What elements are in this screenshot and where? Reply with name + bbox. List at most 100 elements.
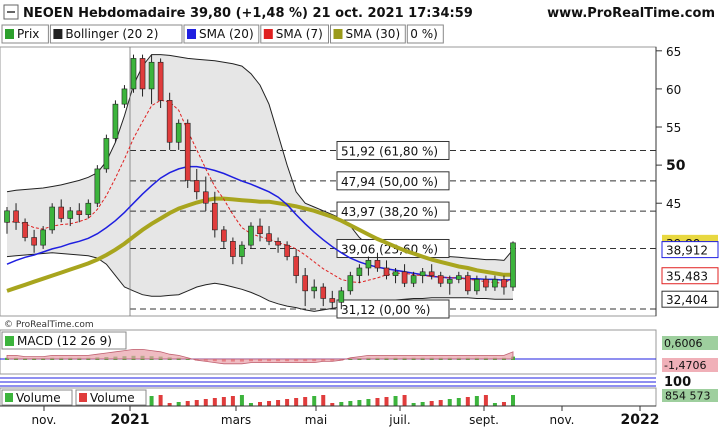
price-tag-label: 32,404: [666, 293, 708, 307]
candle-body: [329, 298, 336, 303]
x-tick-label: mars: [221, 413, 251, 427]
fib-level-label: 31,12 (0,00 %): [341, 303, 430, 317]
candle-body: [338, 290, 345, 303]
macd-panel: MACD (12 26 9) 0,6006 -1,4706: [0, 329, 718, 375]
candle-body: [193, 180, 200, 193]
volume-legend-label: Volume: [16, 391, 61, 405]
volume-bar: [366, 399, 371, 406]
volume-bar: [375, 398, 380, 406]
volume-bar: [393, 396, 398, 406]
volume-bar: [384, 397, 389, 406]
volume-bar: [447, 399, 452, 406]
price-tags: 39,8038,91235,48332,404: [661, 234, 719, 308]
volume-bar: [456, 398, 461, 406]
candle-body: [4, 210, 10, 223]
volume-bar: [339, 402, 344, 406]
candle-body: [175, 122, 182, 143]
macd-legend-swatch: [5, 336, 14, 346]
candle-body: [510, 242, 516, 288]
fib-level-label: 43,97 (38,20 %): [341, 205, 438, 219]
price-tag-label: 38,912: [666, 244, 708, 258]
legend-extra: 0 %): [410, 27, 438, 41]
chart-canvas: NEOEN Hebdomadaire 39,80 (+1,48 %) 21 oc…: [0, 0, 720, 428]
candle-body: [31, 237, 37, 246]
x-tick-label: sept.: [469, 413, 499, 427]
candle-body: [58, 206, 65, 219]
candle-body: [320, 286, 327, 299]
macd-legend-label: MACD (12 26 9): [17, 334, 112, 348]
volume-bar: [501, 402, 506, 406]
fib-level-label: 51,92 (61,80 %): [341, 144, 438, 158]
candle-body: [492, 279, 498, 288]
candle-body: [284, 244, 290, 257]
candle-body: [13, 210, 19, 223]
volume-bar: [348, 401, 353, 406]
legend-label: SMA (30): [346, 27, 401, 41]
macd-value-tags: 0,6006 -1,4706: [662, 336, 718, 372]
legend-swatch: [53, 29, 63, 39]
volume-value-tag: 854 573: [665, 390, 711, 403]
volume-bar: [321, 395, 326, 406]
volume-bar: [276, 400, 281, 406]
volume-bar: [465, 397, 470, 406]
volume-bar: [511, 395, 515, 406]
volume-bar: [420, 402, 425, 406]
candle-body: [40, 229, 46, 246]
candle-body: [22, 221, 28, 238]
candle-body: [401, 271, 408, 284]
candle-body: [248, 225, 254, 246]
candle-body: [347, 275, 354, 292]
candle-body: [474, 279, 480, 292]
volume-panel: Volume Volume 100 854 573: [0, 375, 718, 407]
volume-bar: [429, 401, 434, 406]
legend-swatch: [333, 29, 343, 39]
volume-bar: [267, 401, 272, 406]
candle-body: [148, 61, 155, 90]
volume-bar: [294, 398, 299, 406]
candle-body: [94, 168, 101, 204]
volume-bar: [402, 395, 407, 406]
candle-body: [302, 275, 308, 292]
legend-label: Bollinger (20 2): [65, 27, 158, 41]
volume-bar: [194, 400, 199, 406]
y-tick-label: 60: [666, 83, 681, 97]
volume-bar: [483, 395, 488, 406]
legend-label: SMA (20): [199, 27, 254, 41]
candle-body: [157, 61, 164, 101]
candle-body: [121, 88, 128, 105]
x-tick-label: 2021: [111, 412, 150, 428]
candle-body: [383, 267, 390, 276]
candle-body: [465, 275, 471, 292]
candle-body: [293, 256, 299, 276]
candle-body: [257, 225, 263, 234]
volume-bar: [258, 402, 262, 406]
candle-body: [311, 286, 318, 292]
candle-body: [166, 100, 173, 143]
price-tag-label: 35,483: [666, 270, 708, 284]
candle-body: [130, 58, 137, 90]
candle-body: [212, 202, 218, 231]
site-label: www.ProRealTime.com: [547, 6, 715, 21]
volume-bar: [158, 395, 163, 406]
volume-legend-swatch: [79, 393, 87, 402]
volume-legend-swatch: [5, 393, 13, 402]
candle-body: [365, 260, 372, 269]
volume-bar: [212, 398, 217, 406]
price-panel: 51,92 (61,80 %) 47,94 (50,00 %) 43,97 (38,…: [0, 46, 657, 330]
volume-bar: [221, 397, 226, 406]
x-tick-label: 2022: [621, 412, 660, 428]
candle-body: [221, 229, 227, 242]
indicator-legend: Prix Bollinger (20 2) SMA (20) SMA (7) SMA (…: [1, 24, 444, 44]
legend-swatch: [187, 29, 196, 39]
y-tick-label: 50: [666, 158, 686, 174]
time-axis: nov. 2021 mars mai juil. sept. nov. 2022: [0, 405, 660, 428]
volume-bar: [203, 399, 208, 406]
candle-body: [239, 244, 245, 257]
volume-bar: [230, 396, 235, 406]
candle-body: [275, 241, 281, 246]
x-tick-label: nov.: [550, 413, 575, 427]
volume-axis-label: 100: [664, 375, 691, 390]
candle-body: [501, 279, 507, 288]
volume-bar: [303, 397, 308, 406]
y-tick-label: 65: [666, 45, 681, 59]
